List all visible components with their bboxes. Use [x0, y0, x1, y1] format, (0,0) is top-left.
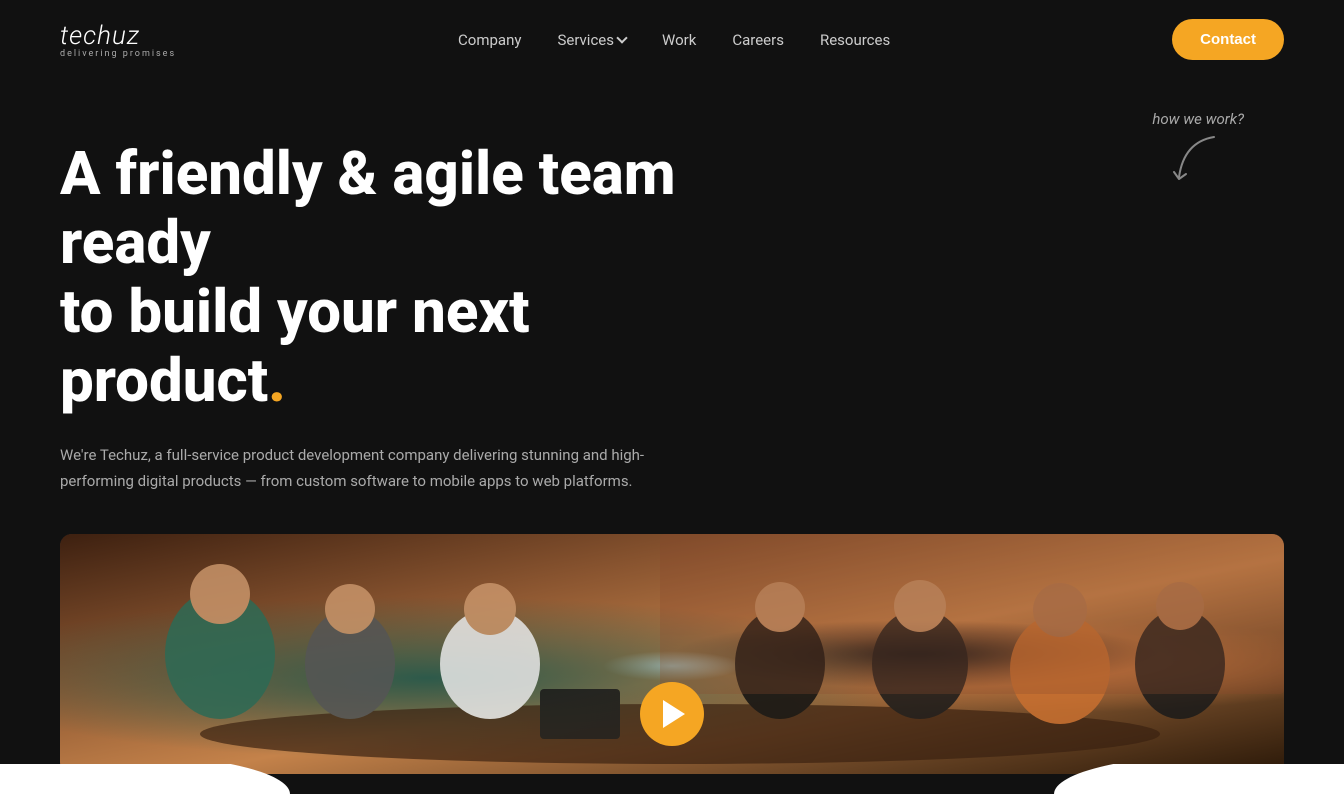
- navbar: techuz delivering promises Company Servi…: [0, 0, 1344, 79]
- nav-link-work[interactable]: Work: [662, 31, 696, 49]
- nav-item-company[interactable]: Company: [458, 30, 521, 49]
- arrow-curve-icon: [1164, 132, 1224, 192]
- nav-link-resources[interactable]: Resources: [820, 31, 890, 49]
- nav-link-services[interactable]: Services: [557, 31, 626, 49]
- nav-item-careers[interactable]: Careers: [732, 30, 784, 49]
- nav-link-careers[interactable]: Careers: [732, 31, 784, 49]
- nav-item-resources[interactable]: Resources: [820, 30, 890, 49]
- wave-left: [0, 764, 290, 794]
- hero-headline: A friendly & agile team ready to build y…: [60, 139, 740, 415]
- chevron-down-icon: [616, 32, 627, 43]
- nav-links: Company Services Work Careers Resources: [458, 30, 890, 49]
- nav-item-services[interactable]: Services: [557, 31, 626, 49]
- how-we-work-label: how we work?: [1152, 110, 1244, 128]
- contact-button[interactable]: Contact: [1172, 19, 1284, 60]
- brand-name: techuz: [60, 21, 176, 51]
- play-button[interactable]: [640, 682, 704, 746]
- logo[interactable]: techuz delivering promises: [60, 21, 176, 59]
- hero-section: A friendly & agile team ready to build y…: [0, 79, 1344, 494]
- how-we-work-annotation: how we work?: [1152, 109, 1244, 196]
- brand-tagline: delivering promises: [60, 49, 176, 59]
- video-section: [60, 534, 1284, 774]
- play-icon: [663, 700, 685, 728]
- hero-description: We're Techuz, a full-service product dev…: [60, 443, 660, 494]
- nav-item-work[interactable]: Work: [662, 30, 696, 49]
- bottom-decoration: [0, 764, 1344, 794]
- wave-right: [1054, 764, 1344, 794]
- nav-link-company[interactable]: Company: [458, 31, 521, 49]
